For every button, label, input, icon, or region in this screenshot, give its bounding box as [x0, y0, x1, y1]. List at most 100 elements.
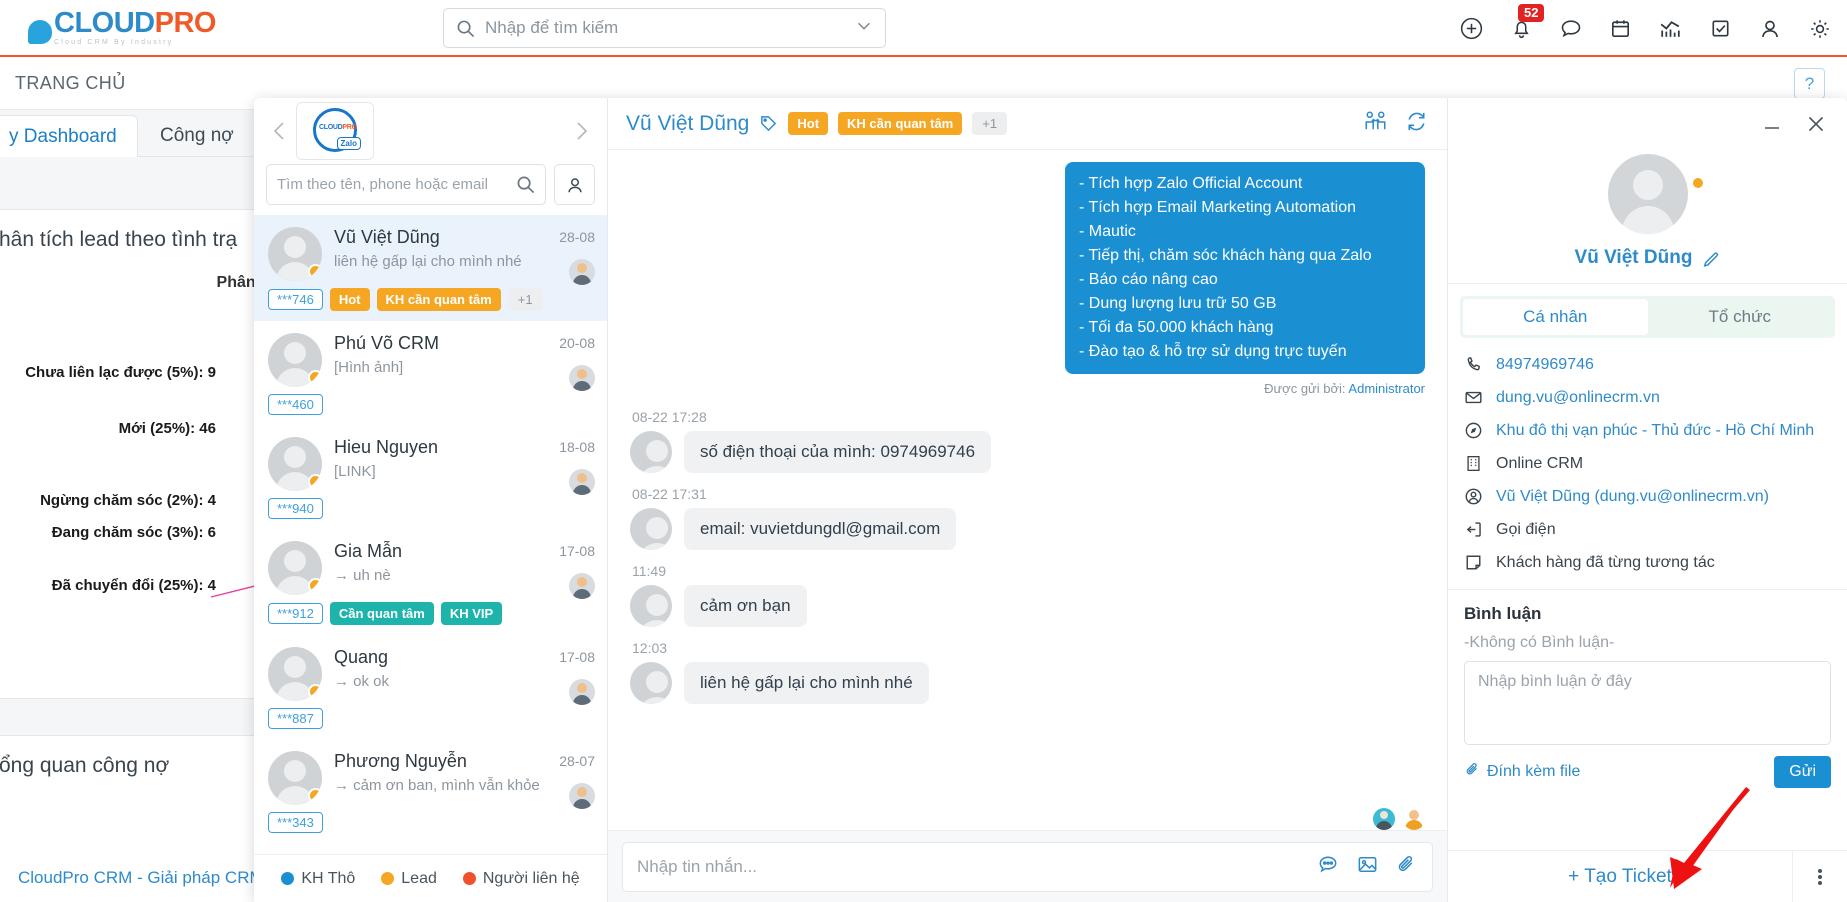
thread-contact-name[interactable]: Vũ Việt Dũng — [626, 112, 749, 136]
logo-tagline: Cloud CRM By Industry — [54, 39, 174, 46]
agent-avatar — [569, 679, 595, 705]
comments-empty-state: -Không có Bình luận- — [1464, 634, 1615, 651]
bell-icon[interactable]: 52 — [1509, 4, 1545, 41]
contact-address-value: Khu đô thị vạn phúc - Thủ đức - Hồ Chí M… — [1496, 421, 1815, 439]
contact-field-history[interactable]: Khách hàng đã từng tương tác — [1462, 546, 1833, 579]
create-ticket-button[interactable]: + Tạo Ticket — [1448, 851, 1793, 902]
image-icon[interactable] — [1356, 853, 1379, 881]
attach-file-label: Đính kèm file — [1487, 763, 1581, 780]
avatar — [268, 437, 322, 491]
user-icon[interactable] — [1757, 16, 1783, 42]
tab-my-dashboard[interactable]: y Dashboard — [0, 115, 138, 157]
conversation-preview: [LINK] — [334, 463, 376, 480]
conversation-list[interactable]: Vũ Việt Dũng liên hệ gấp lại cho mình nh… — [254, 215, 607, 854]
quick-reply-icon[interactable] — [1317, 853, 1340, 881]
contact-history-label: Khách hàng đã từng tương tác — [1496, 553, 1715, 571]
chat-bubble-icon[interactable] — [1558, 16, 1584, 42]
list-item[interactable]: Phương Nguyễn → cảm ơn ban, mình vẫn khỏ… — [254, 739, 607, 843]
minimize-icon[interactable] — [1761, 113, 1783, 135]
tag-more-chip[interactable]: +1 — [972, 112, 1008, 135]
comment-input[interactable]: Nhập bình luận ở đây — [1464, 661, 1831, 745]
list-item[interactable]: Phú Võ CRM [Hình ảnh] 20-08 ***460 — [254, 321, 607, 425]
top-navigation-bar: CLOUDPRO Cloud CRM By Industry 52 — [0, 0, 1847, 57]
list-item[interactable]: Gia Mẫn → uh nè 17-08 ***912 Cần quan tâ… — [254, 529, 607, 635]
conversation-date: 28-07 — [559, 753, 595, 769]
status-dot — [308, 370, 322, 385]
global-search[interactable] — [443, 8, 886, 48]
pie-label-1: Mới (25%): 46 — [118, 420, 216, 437]
cloud-logo-icon — [28, 20, 52, 44]
conversation-search-row — [254, 164, 607, 215]
search-input[interactable] — [485, 18, 855, 38]
contact-name-text: Vũ Việt Dũng — [1574, 247, 1693, 268]
list-item[interactable]: Hieu Nguyen [LINK] 18-08 ***940 — [254, 425, 607, 529]
chevron-right-icon[interactable] — [565, 120, 597, 142]
status-dot — [308, 788, 322, 803]
conversation-date: 17-08 — [559, 649, 595, 665]
building-icon — [1462, 454, 1484, 473]
status-dot — [308, 684, 322, 699]
add-contact-button[interactable] — [554, 164, 595, 205]
conversation-search[interactable] — [266, 164, 546, 205]
app-logo[interactable]: CLOUDPRO Cloud CRM By Industry — [28, 9, 216, 46]
conversation-name: Hieu Nguyen — [334, 437, 439, 457]
gear-icon[interactable] — [1807, 16, 1833, 42]
legend-item-kh-tho: KH Thô — [281, 870, 355, 888]
outgoing-message-bubble: - Tích hợp Zalo Official Account - Tích … — [1065, 162, 1425, 374]
status-dot — [308, 264, 322, 279]
analytics-icon[interactable] — [1657, 15, 1684, 42]
more-options-icon[interactable] — [1793, 851, 1847, 902]
footer-link[interactable]: CloudPro CRM - Giải pháp CRM — [18, 868, 264, 888]
attachment-icon[interactable] — [1395, 853, 1418, 881]
notification-badge: 52 — [1518, 4, 1545, 22]
contact-field-phone[interactable]: 84974969746 — [1462, 348, 1833, 381]
attach-file-button[interactable]: Đính kèm file — [1464, 761, 1580, 783]
checkbox-icon[interactable] — [1708, 16, 1733, 41]
agent-avatar — [569, 573, 595, 599]
avatar — [268, 647, 322, 701]
list-item[interactable]: Quang → ok ok 17-08 ***887 — [254, 635, 607, 739]
message-input[interactable] — [637, 856, 1317, 877]
conversation-name: Phú Võ CRM — [334, 333, 440, 353]
ticket-bar: + Tạo Ticket — [1448, 850, 1847, 902]
search-icon[interactable] — [516, 175, 535, 194]
tag-icon[interactable] — [759, 114, 778, 133]
conversation-preview: → cảm ơn ban, mình vẫn khỏe — [334, 777, 540, 794]
tab-to-chuc[interactable]: Tổ chức — [1648, 299, 1833, 335]
assign-agent-icon[interactable] — [1363, 109, 1388, 139]
contact-field-owner[interactable]: Vũ Việt Dũng (dung.vu@onlinecrm.vn) — [1462, 480, 1833, 513]
pie-label-3: Đang chăm sóc (3%): 6 — [51, 524, 216, 541]
conversation-tags: ***912 Cần quan tâm KH VIP — [268, 602, 597, 625]
contact-phone-value: 84974969746 — [1496, 355, 1594, 373]
conversation-preview: liên hệ gấp lại cho mình nhé — [334, 253, 522, 270]
contact-field-address[interactable]: Khu đô thị vạn phúc - Thủ đức - Hồ Chí M… — [1462, 414, 1833, 447]
contact-field-call[interactable]: Gọi điện — [1462, 513, 1833, 546]
tag-more-chip[interactable]: +1 — [507, 288, 543, 311]
calendar-icon[interactable] — [1608, 16, 1633, 41]
send-comment-button[interactable]: Gửi — [1774, 756, 1831, 788]
close-icon[interactable] — [1805, 113, 1827, 135]
zalo-badge: Zalo — [336, 137, 361, 150]
chevron-left-icon[interactable] — [264, 120, 296, 142]
conversation-legend: KH Thô Lead Người liên hệ — [254, 854, 607, 902]
conversation-date: 20-08 — [559, 335, 595, 351]
message-list[interactable]: - Tích hợp Zalo Official Account - Tích … — [608, 150, 1447, 802]
status-dot — [308, 578, 322, 593]
tab-ca-nhan[interactable]: Cá nhân — [1463, 299, 1648, 335]
plus-circle-icon[interactable] — [1458, 15, 1485, 42]
tab-cong-no[interactable]: Công nợ — [140, 115, 254, 157]
chevron-down-icon[interactable] — [855, 17, 873, 40]
refresh-icon[interactable] — [1404, 109, 1429, 139]
channel-tab-zalo[interactable]: CLOUDPRO Zalo — [296, 102, 374, 160]
conversation-search-input[interactable] — [277, 176, 516, 193]
edit-pencil-icon[interactable] — [1702, 249, 1720, 267]
composer-field[interactable] — [622, 841, 1433, 892]
logo-wordmark: CLOUDPRO — [54, 9, 216, 38]
application-root: CLOUDPRO Cloud CRM By Industry 52 — [0, 0, 1847, 902]
conversation-tags: ***887 — [268, 708, 597, 729]
contact-field-email[interactable]: dung.vu@onlinecrm.vn — [1462, 381, 1833, 414]
help-button[interactable]: ? — [1794, 68, 1825, 99]
avatar — [1373, 808, 1395, 830]
list-item[interactable]: Vũ Việt Dũng liên hệ gấp lại cho mình nh… — [254, 215, 607, 321]
tag-chip: KH cần quan tâm — [376, 288, 501, 311]
